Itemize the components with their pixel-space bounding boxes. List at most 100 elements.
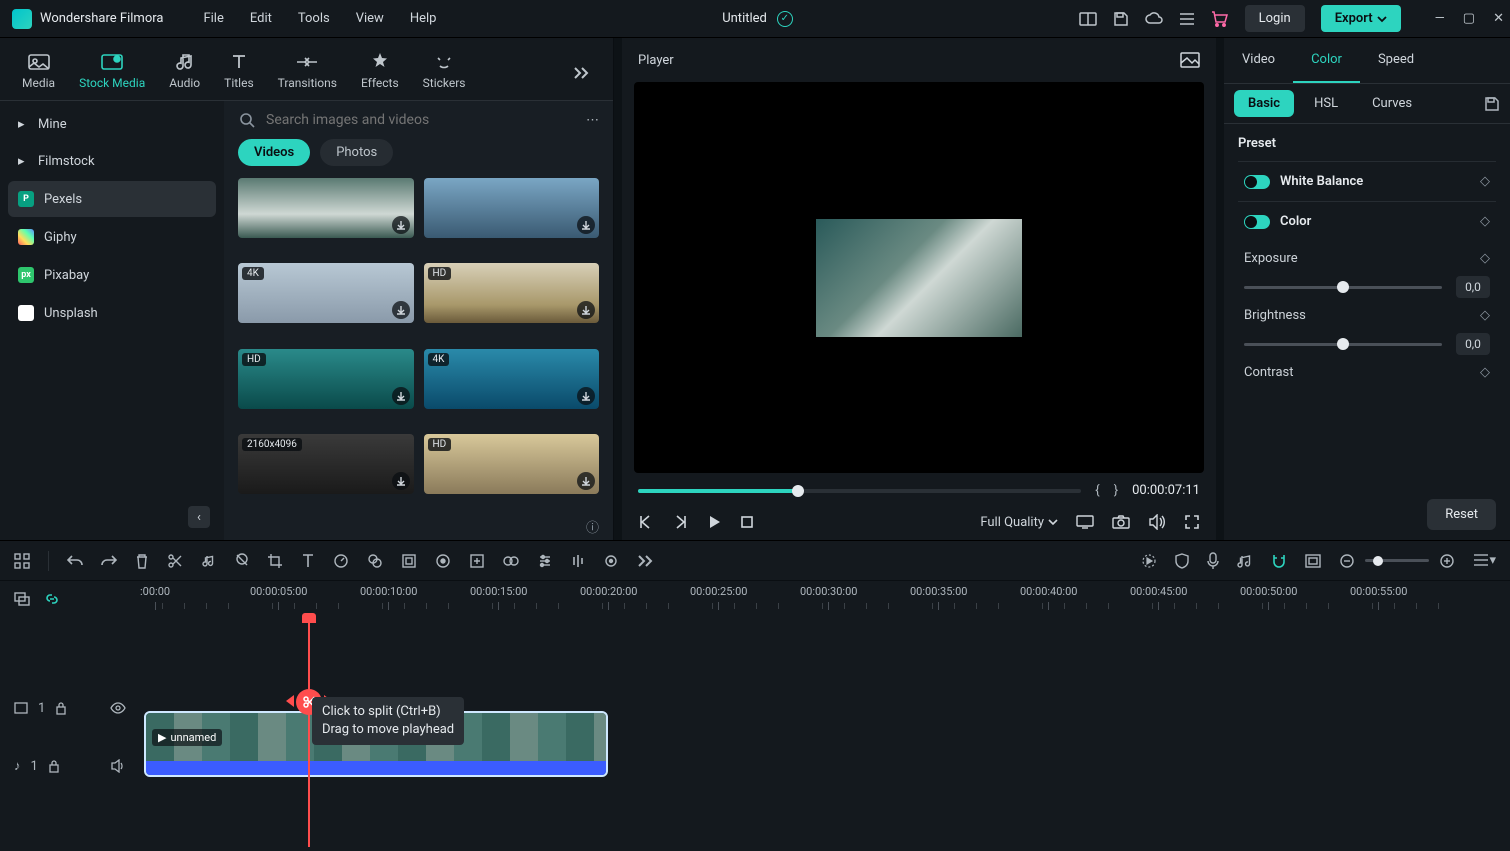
toggle-color[interactable]: [1244, 215, 1270, 229]
reset-button[interactable]: Reset: [1427, 499, 1496, 530]
tool-split-icon[interactable]: [167, 553, 183, 569]
playhead-nudge-left-icon[interactable]: [286, 695, 294, 707]
exposure-value[interactable]: 0,0: [1456, 276, 1490, 298]
quality-dropdown[interactable]: Full Quality: [980, 515, 1058, 530]
stock-thumb[interactable]: [238, 178, 414, 238]
keyframe-diamond-icon[interactable]: ◇: [1480, 365, 1490, 380]
tab-titles[interactable]: Titles: [216, 46, 261, 100]
insp-tab-color[interactable]: Color: [1293, 38, 1360, 83]
display-settings-icon[interactable]: [1076, 515, 1094, 529]
tool-render-icon[interactable]: [1141, 553, 1157, 569]
play-icon[interactable]: [706, 514, 722, 530]
tool-shield-icon[interactable]: [1175, 553, 1189, 569]
download-icon[interactable]: [392, 387, 410, 405]
stock-thumb[interactable]: 4K: [238, 263, 414, 323]
cloud-icon[interactable]: [1145, 12, 1163, 26]
sidebar-item-pixabay[interactable]: pxPixabay: [8, 257, 216, 293]
track-lock-icon[interactable]: [48, 759, 60, 773]
menu-help[interactable]: Help: [410, 11, 437, 26]
brightness-slider[interactable]: [1244, 343, 1442, 346]
menu-tools[interactable]: Tools: [298, 11, 330, 26]
tool-tracks-icon[interactable]: [14, 553, 30, 569]
tool-mic-icon[interactable]: [1207, 552, 1219, 570]
tool-adjust-icon[interactable]: [537, 553, 553, 569]
sidebar-item-pexels[interactable]: PPexels: [8, 181, 216, 217]
save-preset-icon[interactable]: [1484, 96, 1500, 112]
maximize-icon[interactable]: ▢: [1463, 11, 1475, 26]
tool-dock-icon[interactable]: [1305, 554, 1321, 568]
tool-chroma-icon[interactable]: [503, 553, 519, 569]
pill-videos[interactable]: Videos: [238, 139, 310, 166]
pill-photos[interactable]: Photos: [320, 139, 393, 166]
track-lock-icon[interactable]: [55, 701, 67, 715]
sidebar-item-giphy[interactable]: Giphy: [8, 219, 216, 255]
keyframe-diamond-icon[interactable]: ◇: [1480, 214, 1490, 229]
mark-out-icon[interactable]: }: [1114, 483, 1118, 498]
zoom-out-icon[interactable]: [1339, 553, 1355, 569]
tool-audio-detach-icon[interactable]: [201, 553, 217, 569]
playhead[interactable]: [308, 617, 310, 847]
sidebar-item-mine[interactable]: ▸Mine: [8, 107, 216, 142]
zoom-in-icon[interactable]: [1439, 553, 1455, 569]
tool-fit-icon[interactable]: [469, 553, 485, 569]
tool-magnet-icon[interactable]: [1271, 553, 1287, 569]
tool-target-icon[interactable]: [603, 553, 619, 569]
close-icon[interactable]: ✕: [1493, 11, 1504, 26]
tool-speed-icon[interactable]: [333, 553, 349, 569]
menu-edit[interactable]: Edit: [250, 11, 272, 26]
gutter-stack-icon[interactable]: [14, 592, 30, 606]
download-icon[interactable]: [392, 472, 410, 490]
tab-transitions[interactable]: Transitions: [270, 46, 345, 100]
menu-lines-icon[interactable]: [1179, 12, 1195, 26]
menu-view[interactable]: View: [356, 11, 384, 26]
stock-thumb[interactable]: HD: [424, 434, 600, 494]
scrub-bar[interactable]: [638, 489, 1081, 493]
zoom-slider[interactable]: [1365, 559, 1429, 562]
preview-viewport[interactable]: [634, 82, 1204, 473]
info-icon[interactable]: ⓘ: [586, 517, 599, 536]
download-icon[interactable]: [392, 301, 410, 319]
login-button[interactable]: Login: [1245, 5, 1305, 32]
tool-music-icon[interactable]: [1237, 553, 1253, 569]
tool-color-icon[interactable]: [367, 553, 383, 569]
tool-crop-icon[interactable]: [267, 553, 283, 569]
tool-redo-icon[interactable]: [101, 554, 117, 568]
stock-thumb[interactable]: HD: [238, 349, 414, 409]
stock-thumb[interactable]: HD: [424, 263, 600, 323]
mark-in-icon[interactable]: {: [1095, 483, 1099, 498]
tab-audio[interactable]: Audio: [161, 46, 208, 100]
insp-tab-video[interactable]: Video: [1224, 38, 1293, 83]
toggle-white-balance[interactable]: [1244, 175, 1270, 189]
layout-icon[interactable]: [1079, 12, 1097, 26]
tool-undo-icon[interactable]: [67, 554, 83, 568]
download-icon[interactable]: [577, 387, 595, 405]
tool-text-icon[interactable]: [301, 553, 315, 569]
sidebar-item-filmstock[interactable]: ▸Filmstock: [8, 144, 216, 179]
track-mute-icon[interactable]: [110, 759, 126, 773]
tab-stickers[interactable]: Stickers: [415, 46, 474, 100]
keyframe-diamond-icon[interactable]: ◇: [1480, 308, 1490, 323]
preview-compare-icon[interactable]: [1180, 52, 1200, 68]
menu-file[interactable]: File: [203, 11, 223, 26]
export-button[interactable]: Export: [1321, 5, 1401, 32]
next-frame-icon[interactable]: [672, 514, 688, 530]
sub-basic[interactable]: Basic: [1234, 90, 1294, 117]
sub-curves[interactable]: Curves: [1358, 90, 1426, 117]
stock-thumb[interactable]: 2160x4096: [238, 434, 414, 494]
track-visible-icon[interactable]: [110, 702, 126, 714]
search-box[interactable]: [238, 111, 576, 129]
tab-media[interactable]: Media: [14, 46, 63, 100]
stock-thumb[interactable]: 4K: [424, 349, 600, 409]
prev-frame-icon[interactable]: [638, 514, 654, 530]
brightness-value[interactable]: 0,0: [1456, 333, 1490, 355]
stop-icon[interactable]: [740, 515, 754, 529]
minimize-icon[interactable]: —: [1435, 11, 1445, 26]
keyframe-diamond-icon[interactable]: ◇: [1480, 251, 1490, 266]
timeline-ruler[interactable]: :00:0000:00:05:0000:00:10:0000:00:15:000…: [140, 581, 1510, 617]
search-more-icon[interactable]: ⋯: [586, 113, 599, 128]
cart-icon[interactable]: [1211, 11, 1229, 27]
tabs-expand-icon[interactable]: [565, 58, 599, 88]
fullscreen-icon[interactable]: [1184, 514, 1200, 530]
download-icon[interactable]: [577, 472, 595, 490]
exposure-slider[interactable]: [1244, 286, 1442, 289]
